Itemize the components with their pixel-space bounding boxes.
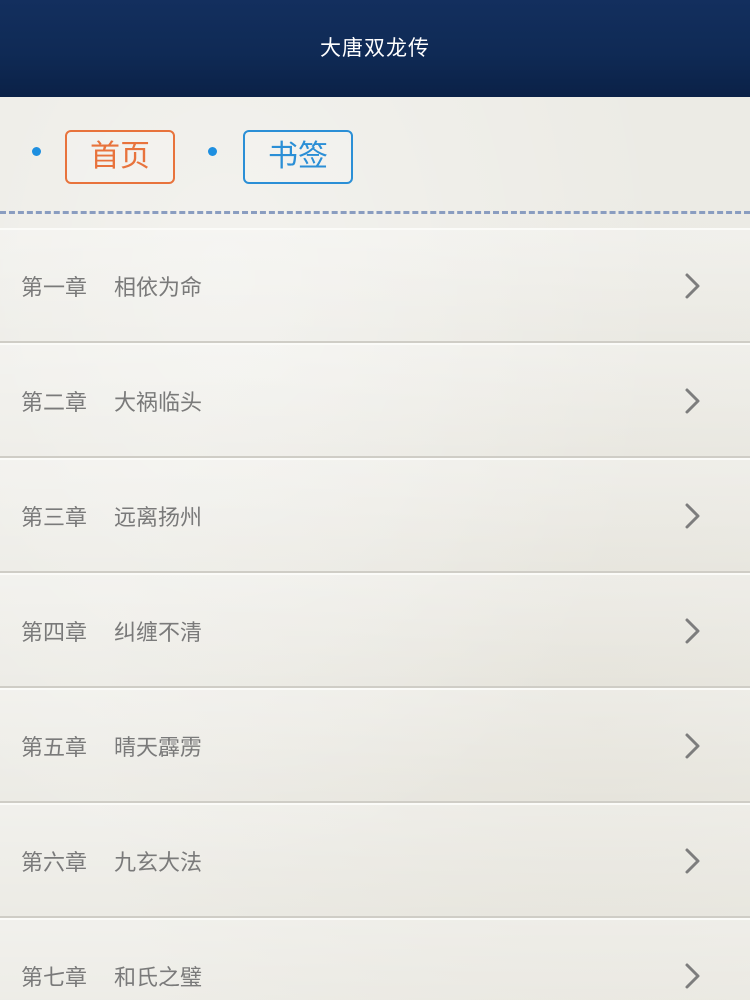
chapter-title: 九玄大法 [114, 850, 203, 876]
chapter-number: 第七章 [21, 965, 88, 991]
chapter-number: 第六章 [21, 850, 88, 876]
chapter-title: 大祸临头 [114, 390, 203, 416]
chapter-row[interactable]: 第六章 九玄大法 [0, 803, 750, 918]
dot-icon [208, 147, 217, 156]
chapter-number: 第四章 [21, 620, 88, 646]
chevron-right-icon [685, 503, 700, 528]
chapter-title: 相依为命 [114, 275, 203, 301]
tab-bookmark[interactable]: 书签 [243, 130, 353, 184]
chapter-title: 和氏之璧 [114, 965, 203, 991]
tab-home[interactable]: 首页 [65, 130, 175, 184]
chapter-title: 远离扬州 [114, 505, 203, 531]
chapter-number: 第五章 [21, 735, 88, 761]
dot-icon [32, 147, 41, 156]
chevron-right-icon [685, 733, 700, 758]
chapter-row[interactable]: 第一章 相依为命 [0, 228, 750, 343]
chapter-number: 第二章 [21, 390, 88, 416]
chapter-row[interactable]: 第四章 纠缠不清 [0, 573, 750, 688]
tab-bar: 首页 书签 [0, 97, 750, 213]
chevron-right-icon [685, 963, 700, 988]
chapter-row[interactable]: 第七章 和氏之璧 [0, 918, 750, 1000]
app-header: 大唐双龙传 [0, 0, 750, 97]
chapter-number: 第三章 [21, 505, 88, 531]
chapter-title: 晴天霹雳 [114, 735, 203, 761]
chevron-right-icon [685, 273, 700, 298]
page-title: 大唐双龙传 [320, 36, 430, 60]
chapter-list: 第一章 相依为命 第二章 大祸临头 第三章 远离扬州 第四章 纠缠不清 第五章 … [0, 228, 750, 1000]
chapter-row[interactable]: 第二章 大祸临头 [0, 343, 750, 458]
chevron-right-icon [685, 388, 700, 413]
dashed-divider [0, 211, 750, 214]
chevron-right-icon [685, 848, 700, 873]
chapter-title: 纠缠不清 [114, 620, 203, 646]
chapter-row[interactable]: 第五章 晴天霹雳 [0, 688, 750, 803]
chapter-number: 第一章 [21, 275, 88, 301]
chapter-row[interactable]: 第三章 远离扬州 [0, 458, 750, 573]
chevron-right-icon [685, 618, 700, 643]
